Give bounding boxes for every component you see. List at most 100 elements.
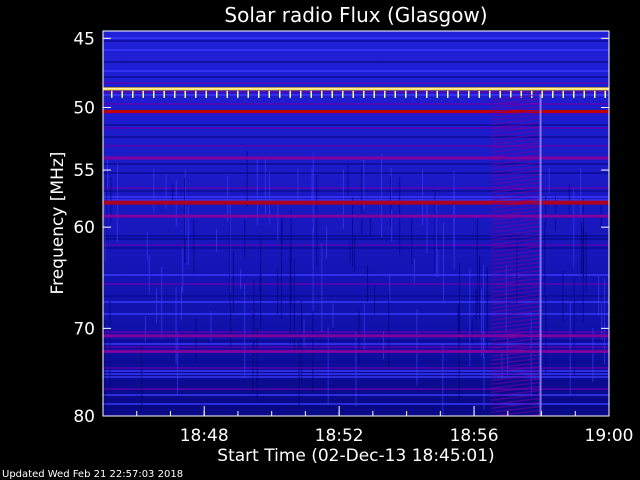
- y-axis-label: Frequency [MHz]: [48, 152, 68, 295]
- emission-spike: [457, 90, 459, 98]
- spectral-streak: [298, 332, 300, 408]
- spectral-streak: [585, 231, 587, 292]
- emission-spike: [321, 90, 323, 98]
- emission-spike: [247, 90, 249, 98]
- spectral-stripe: [103, 70, 609, 72]
- spectral-streak: [354, 234, 356, 273]
- emission-spike: [468, 90, 470, 98]
- spectral-streak: [109, 300, 111, 390]
- emission-spike: [363, 90, 365, 98]
- spectral-streak: [311, 168, 313, 206]
- y-tick-label: 50: [73, 98, 95, 118]
- spectral-streak: [437, 249, 439, 277]
- spectral-streak: [347, 164, 349, 195]
- emission-spike: [405, 90, 407, 98]
- spectral-streak: [569, 301, 571, 396]
- spectral-streak: [443, 222, 445, 302]
- spectral-streak: [184, 177, 186, 264]
- y-tick-label: 45: [73, 29, 95, 49]
- spectral-streak: [301, 301, 303, 384]
- interference-edge: [539, 94, 542, 416]
- emission-spike: [268, 90, 270, 98]
- spectral-streak: [316, 175, 318, 267]
- emission-spike: [237, 90, 239, 98]
- spectral-streak: [290, 210, 292, 307]
- spectral-streak: [293, 258, 295, 352]
- spectral-streak: [105, 170, 107, 242]
- spectral-streak: [481, 288, 483, 356]
- spectral-stripe: [103, 124, 609, 126]
- emission-spike: [352, 90, 354, 98]
- x-tick-label: 18:48: [180, 426, 229, 446]
- spectral-streak: [232, 250, 234, 313]
- spectral-streak: [195, 318, 197, 363]
- spectral-streak: [352, 196, 354, 268]
- spectral-streak: [457, 304, 459, 331]
- spectral-streak: [153, 168, 155, 214]
- spectral-streak: [426, 204, 428, 254]
- spectral-streak: [227, 175, 229, 222]
- spectral-streak: [501, 349, 503, 379]
- emission-spike: [583, 90, 585, 98]
- emission-spike: [163, 90, 165, 98]
- spectral-streak: [303, 319, 305, 347]
- emission-spike: [205, 90, 207, 98]
- spectral-streak: [389, 273, 391, 303]
- spectral-stripe: [103, 91, 609, 93]
- emission-spike: [562, 90, 564, 98]
- emission-spike: [111, 90, 113, 98]
- spectral-streak: [453, 170, 455, 250]
- emission-spike: [594, 90, 596, 98]
- spectral-streak: [374, 286, 376, 314]
- spectral-streak: [388, 292, 390, 368]
- emission-spike: [289, 90, 291, 98]
- emission-spike: [226, 90, 228, 98]
- emission-spike: [447, 90, 449, 98]
- spectral-streak: [545, 194, 547, 227]
- spectral-streak: [277, 200, 279, 241]
- spectral-streak: [475, 289, 477, 320]
- spectral-streak: [583, 199, 585, 277]
- spectral-stripe: [103, 136, 609, 138]
- emission-spike: [373, 90, 375, 98]
- spectral-streak: [381, 154, 383, 238]
- emission-spike: [604, 90, 606, 98]
- emission-spike: [121, 90, 123, 98]
- spectral-streak: [349, 242, 351, 264]
- spectral-streak: [180, 286, 182, 320]
- spectral-streak: [215, 229, 217, 252]
- emission-spike: [153, 90, 155, 98]
- spectral-stripe: [103, 76, 609, 78]
- spectral-streak: [312, 227, 314, 311]
- emission-spike: [310, 90, 312, 98]
- emission-spike: [552, 90, 554, 98]
- spectral-streak: [545, 296, 547, 373]
- spectral-streak: [144, 316, 146, 342]
- spectral-streak: [442, 343, 444, 416]
- spectral-streak: [327, 327, 329, 406]
- spectral-streak: [321, 243, 323, 333]
- spectral-streak: [342, 169, 344, 230]
- emission-spike: [436, 90, 438, 98]
- spectral-streak: [548, 167, 550, 194]
- emission-spike: [499, 90, 501, 98]
- spectral-streak: [106, 154, 108, 190]
- spectral-streak: [182, 247, 184, 293]
- spectral-streak: [161, 266, 163, 339]
- chart-title: Solar radio Flux (Glasgow): [224, 3, 487, 27]
- spectral-streak: [146, 231, 148, 261]
- emission-spike: [258, 90, 260, 98]
- emission-spike: [132, 90, 134, 98]
- spectral-streak: [483, 332, 485, 410]
- y-tick-label: 80: [73, 407, 95, 427]
- emission-spike: [342, 90, 344, 98]
- emission-spike: [415, 90, 417, 98]
- emission-spike: [279, 90, 281, 98]
- spectral-streak: [312, 152, 314, 234]
- spectral-streak: [363, 303, 365, 352]
- y-tick-label: 60: [73, 218, 95, 238]
- emission-line-core: [103, 88, 609, 90]
- spectral-streak: [471, 321, 473, 344]
- emission-spike: [573, 90, 575, 98]
- spectrogram-chart: Solar radio Flux (Glasgow) 455055607080 …: [2, 3, 634, 480]
